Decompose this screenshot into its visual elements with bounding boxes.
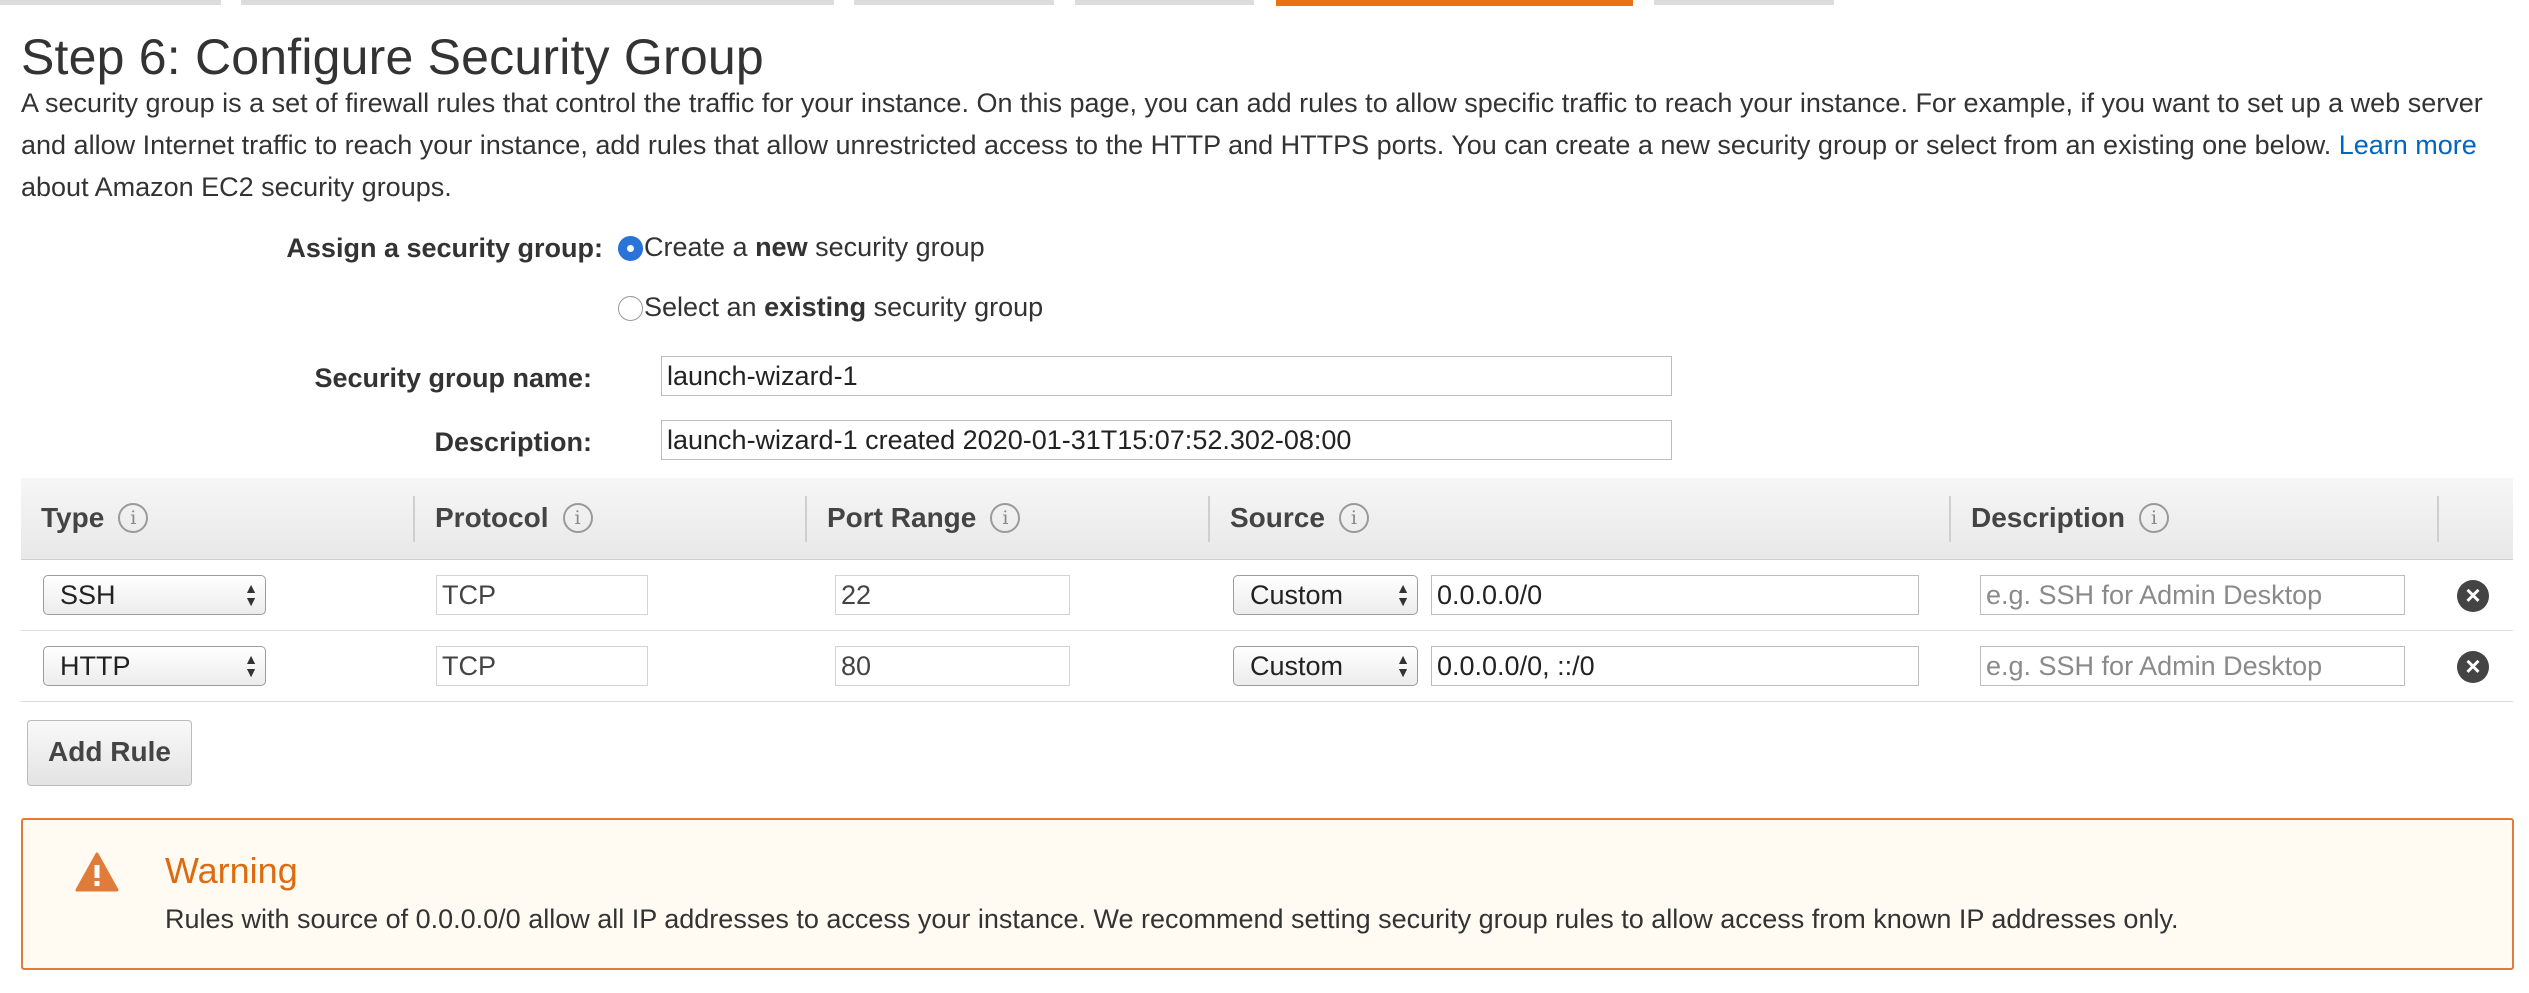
info-icon[interactable]: i: [990, 503, 1021, 533]
option-existing-pre: Select an: [644, 292, 765, 322]
wizard-tab[interactable]: [854, 0, 1054, 5]
column-header-type: Type i: [41, 478, 149, 558]
source-select-value: Custom: [1250, 580, 1344, 610]
column-header-source: Source i: [1230, 478, 1369, 558]
option-existing-bold: existing: [764, 292, 867, 322]
column-header-protocol: Protocol i: [435, 478, 593, 558]
protocol-field: TCP: [436, 575, 648, 615]
source-cidr-input[interactable]: 0.0.0.0/0: [1431, 575, 1919, 615]
radio-select-existing[interactable]: [618, 296, 643, 321]
description-label: Description:: [434, 427, 592, 457]
port-range-field: 80: [835, 646, 1070, 686]
select-arrows-icon: ▲ ▼: [244, 580, 258, 609]
warning-triangle-icon: [75, 852, 119, 892]
warning-text: Rules with source of 0.0.0.0/0 allow all…: [165, 904, 2179, 934]
select-arrows-icon: ▲ ▼: [244, 651, 258, 680]
create-new-group-option[interactable]: Create a new security group: [618, 232, 985, 263]
add-rule-button[interactable]: Add Rule: [27, 720, 192, 786]
source-select[interactable]: Custom ▲ ▼: [1233, 575, 1418, 615]
page-title: Step 6: Configure Security Group: [21, 29, 764, 85]
warning-alert: Warning Rules with source of 0.0.0.0/0 a…: [21, 818, 2514, 970]
column-header-protocol-label: Protocol: [435, 502, 549, 533]
info-icon[interactable]: i: [562, 503, 593, 533]
column-header-description-label: Description: [1971, 502, 2126, 533]
rule-row-http: HTTP ▲ ▼ TCP 80 Custom ▲ ▼ 0.0.0.0/0, ::/0…: [21, 631, 2513, 702]
type-select[interactable]: HTTP ▲ ▼: [43, 646, 266, 686]
column-header-port-range: Port Range i: [827, 478, 1021, 558]
column-divider: [2437, 496, 2439, 542]
option-new-post: security group: [807, 232, 985, 262]
column-header-source-label: Source: [1230, 502, 1325, 533]
wizard-tab-active[interactable]: [1276, 0, 1633, 6]
port-range-field: 22: [835, 575, 1070, 615]
wizard-tab[interactable]: [241, 0, 834, 5]
delete-rule-icon[interactable]: ×: [2457, 580, 2489, 612]
type-select-value: SSH: [60, 580, 116, 610]
source-select[interactable]: Custom ▲ ▼: [1233, 646, 1418, 686]
intro-text-part1: A security group is a set of firewall ru…: [21, 88, 2483, 160]
wizard-tab[interactable]: [1075, 0, 1254, 5]
intro-text: A security group is a set of firewall ru…: [21, 82, 2511, 208]
select-arrows-icon: ▲ ▼: [1396, 651, 1410, 680]
intro-text-part2: about Amazon EC2 security groups.: [21, 172, 452, 202]
column-header-description: Description i: [1971, 478, 2170, 558]
option-existing-post: security group: [866, 292, 1044, 322]
security-group-description-input[interactable]: [661, 420, 1672, 460]
column-divider: [1949, 496, 1951, 542]
type-select-value: HTTP: [60, 651, 131, 681]
rules-table-header: Type i Protocol i Port Range i Source i …: [21, 478, 2513, 560]
column-header-port-range-label: Port Range: [827, 502, 977, 533]
security-group-name-label: Security group name:: [314, 363, 592, 393]
option-new-bold: new: [755, 232, 808, 262]
radio-create-new[interactable]: [618, 236, 643, 261]
info-icon[interactable]: i: [118, 503, 149, 533]
rule-description-input[interactable]: e.g. SSH for Admin Desktop: [1980, 646, 2405, 686]
wizard-tab[interactable]: [0, 0, 221, 5]
rule-row-ssh: SSH ▲ ▼ TCP 22 Custom ▲ ▼ 0.0.0.0/0 e.g. S…: [21, 560, 2513, 631]
info-icon[interactable]: i: [1338, 503, 1369, 533]
delete-rule-icon[interactable]: ×: [2457, 651, 2489, 683]
column-divider: [413, 496, 415, 542]
wizard-tab[interactable]: [1654, 0, 1834, 5]
column-divider: [1208, 496, 1210, 542]
security-group-name-input[interactable]: [661, 356, 1672, 396]
select-existing-group-option[interactable]: Select an existing security group: [618, 292, 1043, 323]
type-select[interactable]: SSH ▲ ▼: [43, 575, 266, 615]
rule-description-input[interactable]: e.g. SSH for Admin Desktop: [1980, 575, 2405, 615]
source-cidr-input[interactable]: 0.0.0.0/0, ::/0: [1431, 646, 1919, 686]
info-icon[interactable]: i: [2139, 503, 2170, 533]
column-divider: [805, 496, 807, 542]
option-new-pre: Create a: [644, 232, 756, 262]
select-arrows-icon: ▲ ▼: [1396, 580, 1410, 609]
assign-security-group-label: Assign a security group:: [286, 233, 603, 263]
source-select-value: Custom: [1250, 651, 1344, 681]
protocol-field: TCP: [436, 646, 648, 686]
wizard-step-tabs: [0, 0, 2529, 6]
column-header-type-label: Type: [41, 502, 105, 533]
learn-more-link[interactable]: Learn more: [2339, 130, 2477, 160]
warning-title: Warning: [165, 850, 298, 891]
